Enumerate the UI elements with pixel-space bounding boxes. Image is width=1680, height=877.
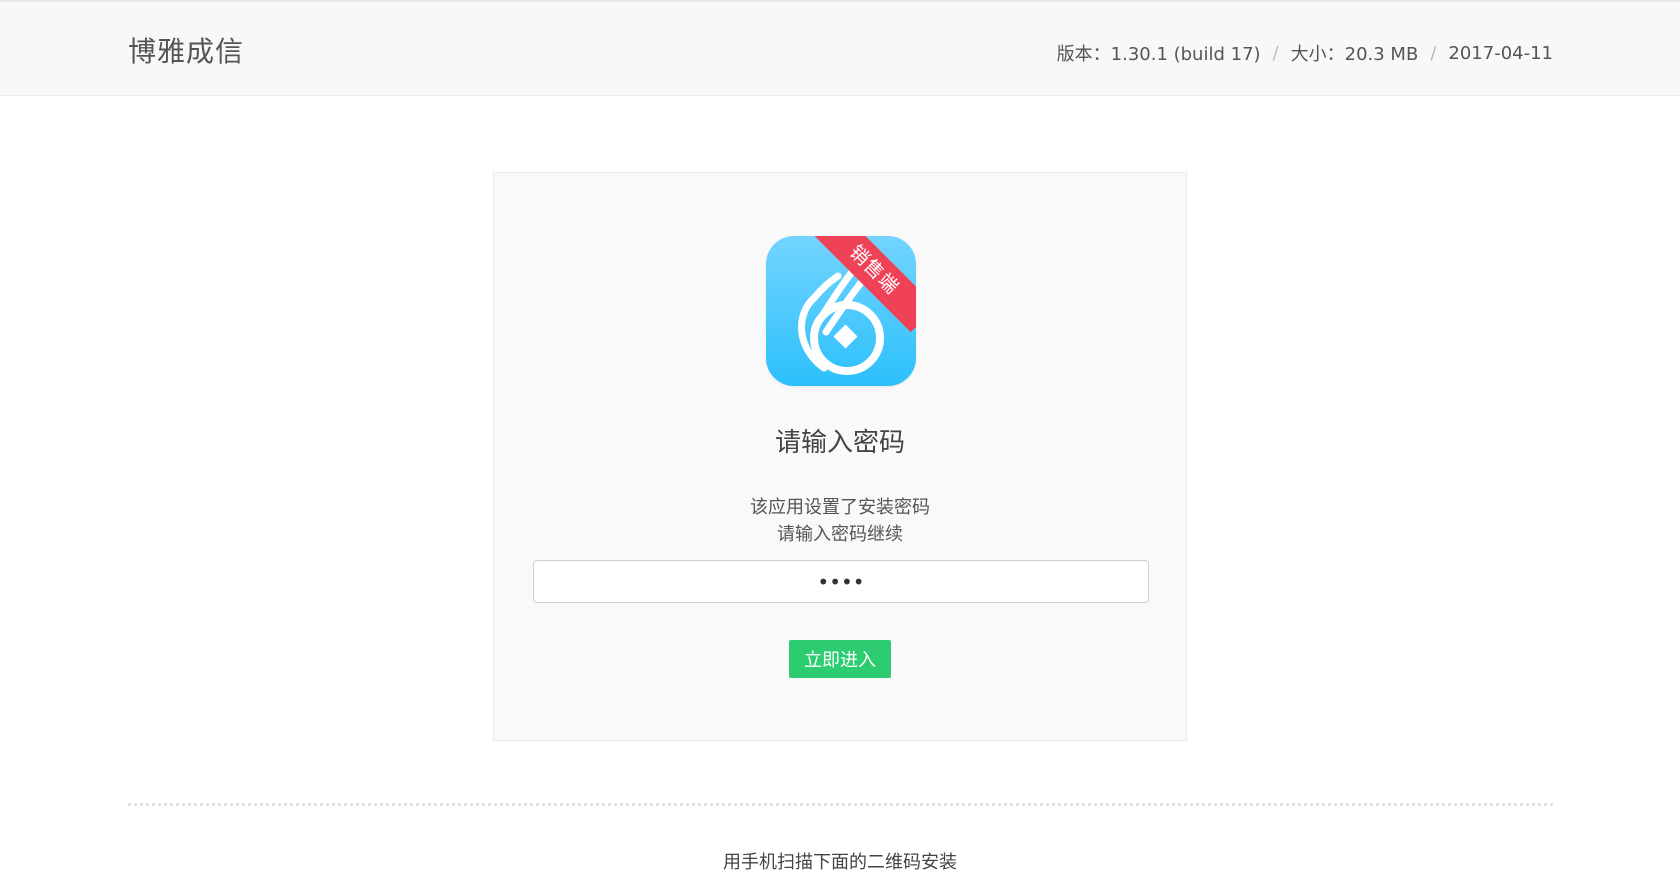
app-meta-info: 版本：1.30.1 (build 17) / 大小：20.3 MB / 2017… (1057, 40, 1553, 66)
size-info: 大小：20.3 MB (1290, 44, 1419, 65)
version-info: 版本：1.30.1 (build 17) (1056, 44, 1261, 65)
qr-install-hint: 用手机扫描下面的二维码安装 (723, 852, 957, 873)
app-logo-icon: 销售端 (766, 236, 916, 386)
meta-separator: / (1430, 42, 1437, 64)
top-header: 博雅成信 版本：1.30.1 (build 17) / 大小：20.3 MB /… (0, 0, 1680, 96)
enter-button[interactable]: 立即进入 (789, 640, 891, 678)
page-title: 请输入密码 (774, 428, 905, 458)
description-line-2: 请输入密码继续 (777, 524, 903, 545)
release-date: 2017-04-11 (1448, 42, 1553, 64)
password-input[interactable] (533, 560, 1149, 603)
description-line-1: 该应用设置了安装密码 (750, 497, 930, 518)
meta-separator: / (1272, 42, 1279, 64)
section-divider (128, 803, 1553, 806)
app-name: 博雅成信 (128, 35, 245, 68)
password-card: 销售端 请输入密码 该应用设置了安装密码 请输入密码继续 立即进入 (493, 172, 1187, 741)
